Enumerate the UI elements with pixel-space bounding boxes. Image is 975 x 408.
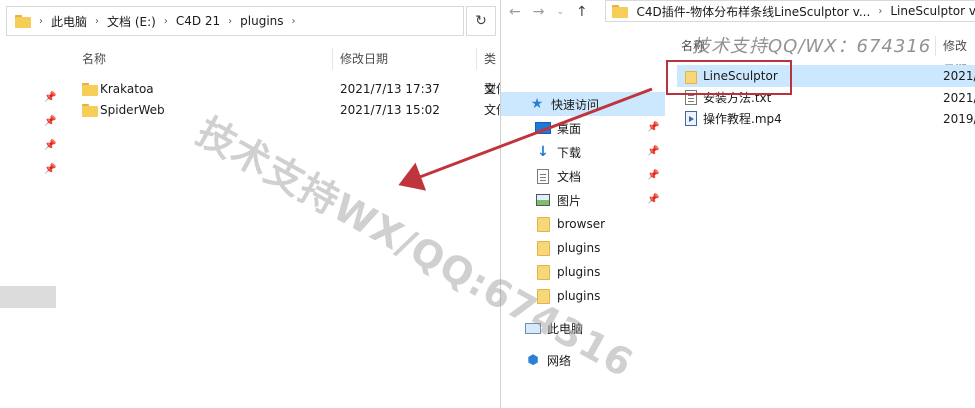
nav-item-downloads[interactable]: ↓ 下载 📌 [501, 140, 671, 164]
computer-icon [525, 322, 541, 334]
nav-item-label: 图片 [557, 193, 582, 208]
breadcrumb-this-pc[interactable]: 此电脑 [51, 13, 87, 30]
folder-icon [82, 83, 98, 96]
file-date: 2021/7/13 17:37 [340, 82, 440, 96]
folder-icon [612, 4, 627, 18]
up-arrow-icon[interactable]: ↑ [576, 4, 588, 20]
pin-icon[interactable]: 📌 [647, 194, 659, 205]
left-explorer-window: › 此电脑 › 文档 (E:) › C4D 21 › plugins › ↻ 名… [0, 0, 500, 408]
navigation-buttons: ← → ⌄ ↑ [509, 2, 588, 22]
picture-icon [536, 194, 550, 206]
file-row[interactable]: Krakatoa 2021/7/13 17:37 文件 [62, 78, 500, 100]
pin-icon[interactable]: 📌 [44, 164, 56, 176]
nav-item-label: 桌面 [557, 121, 582, 136]
nav-item-documents[interactable]: 文档 📌 [501, 164, 671, 188]
nav-item-label: 快速访问 [551, 97, 600, 112]
breadcrumb-separator-icon: › [163, 15, 168, 27]
file-row[interactable]: SpiderWeb 2021/7/13 15:02 文件 [62, 99, 500, 121]
folder-icon [536, 264, 550, 280]
forward-arrow-icon[interactable]: → [533, 4, 545, 20]
nav-item-plugins[interactable]: plugins [501, 284, 671, 308]
folder-icon [536, 288, 550, 304]
nav-item-label: plugins [557, 241, 601, 255]
nav-item-label: plugins [557, 289, 601, 303]
nav-item-label: 文档 [557, 169, 582, 184]
nav-item-plugins[interactable]: plugins [501, 236, 671, 260]
nav-item-plugins[interactable]: plugins [501, 260, 671, 284]
navigation-pane: ★ 快速访问 桌面 📌 ↓ 下载 📌 文档 📌 图片 📌 browser plu… [501, 44, 671, 408]
pin-icon[interactable]: 📌 [44, 116, 56, 128]
highlight-box [666, 60, 792, 95]
pin-icon[interactable]: 📌 [647, 170, 659, 181]
breadcrumb-separator-icon: › [95, 15, 100, 27]
nav-selected-item[interactable] [0, 286, 56, 308]
right-address-bar[interactable]: › C4D插件-物体分布样条线LineSculptor v... › LineS… [605, 0, 975, 22]
nav-item-label: browser [557, 217, 606, 231]
file-date: 2019/ [943, 112, 975, 126]
file-row[interactable]: 操作教程.mp4 2019/ [677, 108, 975, 130]
breadcrumb-plugins[interactable]: plugins [240, 14, 283, 28]
nav-item-quick-access[interactable]: ★ 快速访问 [501, 92, 671, 116]
pin-icon[interactable]: 📌 [647, 122, 659, 133]
breadcrumb-separator-icon: › [878, 5, 883, 17]
column-header-name[interactable]: 名称 [681, 34, 705, 58]
file-name: Krakatoa [100, 82, 154, 96]
breadcrumb-separator-icon: › [228, 15, 233, 27]
pin-icon[interactable]: 📌 [647, 146, 659, 157]
nav-item-pictures[interactable]: 图片 📌 [501, 188, 671, 212]
nav-item-label: 此电脑 [547, 321, 584, 336]
breadcrumb-linesculptor[interactable]: LineSculptor v [890, 4, 975, 18]
file-date: 2021/ [943, 91, 975, 105]
video-file-icon [685, 111, 697, 126]
breadcrumb-drive-e[interactable]: 文档 (E:) [107, 13, 156, 30]
breadcrumb-separator-icon: › [291, 15, 296, 27]
file-date: 2021/ [943, 69, 975, 83]
nav-item-network[interactable]: ⬢ 网络 [501, 348, 671, 372]
nav-item-label: plugins [557, 265, 601, 279]
nav-item-this-pc[interactable]: 此电脑 [501, 316, 671, 340]
breadcrumb-plugin-archive[interactable]: C4D插件-物体分布样条线LineSculptor v... [637, 3, 871, 20]
breadcrumb-c4d21[interactable]: C4D 21 [176, 14, 220, 28]
right-column-headers: 名称 修改日期 [677, 34, 975, 77]
column-divider[interactable] [332, 48, 333, 70]
network-icon: ⬢ [527, 352, 539, 368]
column-header-date[interactable]: 修改日期 [340, 44, 388, 74]
back-arrow-icon[interactable]: ← [509, 4, 521, 20]
folder-icon [536, 216, 550, 232]
file-type: 文件 [484, 103, 500, 117]
recent-chevron-icon[interactable]: ⌄ [556, 7, 564, 17]
nav-item-label: 网络 [547, 353, 572, 368]
column-header-name[interactable]: 名称 [82, 44, 106, 74]
pin-icon[interactable]: 📌 [44, 140, 56, 152]
file-date: 2021/7/13 15:02 [340, 103, 440, 117]
column-divider[interactable] [476, 48, 477, 70]
left-column-headers: 名称 修改日期 类型 [62, 44, 500, 96]
file-name: 操作教程.mp4 [703, 112, 782, 126]
breadcrumb-separator-icon: › [39, 15, 43, 27]
nav-item-label: 下载 [557, 145, 582, 160]
file-type: 文件 [484, 82, 500, 96]
download-icon: ↓ [537, 144, 549, 160]
column-divider[interactable] [935, 36, 936, 56]
refresh-button[interactable]: ↻ [466, 6, 496, 36]
refresh-icon: ↻ [475, 13, 487, 29]
left-address-bar[interactable]: › 此电脑 › 文档 (E:) › C4D 21 › plugins › [6, 6, 464, 36]
folder-icon [536, 240, 550, 256]
column-header-type[interactable]: 类型 [484, 44, 500, 96]
folder-icon [82, 104, 98, 117]
folder-icon [15, 14, 31, 28]
document-icon [537, 168, 549, 184]
star-icon: ★ [530, 96, 544, 112]
column-header-date[interactable]: 修改日期 [943, 34, 975, 77]
desktop-icon [535, 122, 551, 134]
nav-item-desktop[interactable]: 桌面 📌 [501, 116, 671, 140]
nav-item-browser[interactable]: browser [501, 212, 671, 236]
file-name: SpiderWeb [100, 103, 165, 117]
pin-icon[interactable]: 📌 [44, 92, 56, 104]
